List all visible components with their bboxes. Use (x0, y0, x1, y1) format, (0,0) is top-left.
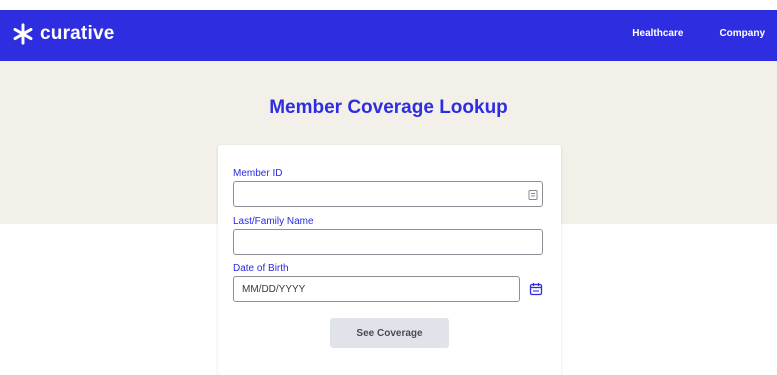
dob-label: Date of Birth (233, 263, 289, 274)
lookup-form-card: Member ID Last/Family Name Date of Birth… (218, 145, 561, 375)
nav-healthcare[interactable]: Healthcare (632, 28, 683, 39)
nav-company[interactable]: Company (719, 28, 765, 39)
dob-input[interactable] (233, 276, 520, 302)
calendar-icon[interactable] (529, 282, 543, 296)
top-nav-bar: curative Healthcare Company (0, 10, 777, 61)
asterisk-logo-icon (12, 23, 34, 45)
main-nav: Healthcare Company (632, 28, 765, 39)
last-name-label: Last/Family Name (233, 216, 314, 227)
see-coverage-button[interactable]: See Coverage (330, 318, 449, 348)
last-name-input[interactable] (233, 229, 543, 255)
id-card-icon (527, 188, 539, 200)
member-id-input[interactable] (233, 181, 543, 207)
brand-name: curative (40, 23, 115, 44)
page-title: Member Coverage Lookup (269, 97, 508, 118)
member-id-label: Member ID (233, 168, 283, 179)
brand[interactable]: curative (12, 23, 114, 45)
